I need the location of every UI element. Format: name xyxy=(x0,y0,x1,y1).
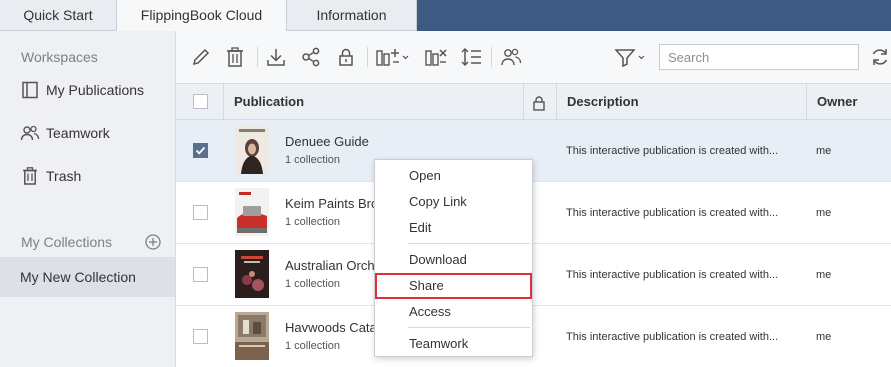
toolbar xyxy=(176,31,891,83)
publication-owner: me xyxy=(816,331,832,343)
menu-item-edit[interactable]: Edit xyxy=(375,215,532,241)
sidebar-item-trash[interactable]: Trash xyxy=(0,156,175,196)
column-header-description[interactable]: Description xyxy=(556,84,806,120)
menu-item-access[interactable]: Access xyxy=(375,299,532,325)
toolbar-separator xyxy=(257,47,258,67)
menu-item-open[interactable]: Open xyxy=(375,163,532,189)
sidebar-item-my-publications[interactable]: My Publications xyxy=(0,70,175,110)
publication-title: Australian Orch xyxy=(285,258,375,273)
publication-title: Denuee Guide xyxy=(285,134,369,149)
tab-flippingbook-cloud[interactable]: FlippingBook Cloud xyxy=(117,0,287,32)
menu-separator xyxy=(408,327,530,328)
remove-column-icon[interactable] xyxy=(425,46,449,68)
menu-item-download[interactable]: Download xyxy=(375,247,532,273)
add-collection-icon[interactable] xyxy=(145,234,161,250)
context-menu: Open Copy Link Edit Download Share Acces… xyxy=(374,159,533,357)
sidebar-item-label: My Publications xyxy=(46,82,145,98)
publication-description: This interactive publication is created … xyxy=(566,207,779,219)
publication-owner: me xyxy=(816,145,832,157)
pencil-icon[interactable] xyxy=(190,46,212,68)
table-row[interactable]: Denuee Guide 1 collection This interacti… xyxy=(176,120,891,182)
menu-separator xyxy=(408,243,530,244)
select-all-checkbox[interactable] xyxy=(193,94,208,109)
refresh-icon[interactable] xyxy=(869,46,891,68)
lock-icon xyxy=(532,95,546,111)
table-row[interactable]: Keim Paints Bro 1 collection This intera… xyxy=(176,182,891,244)
publication-description: This interactive publication is created … xyxy=(566,269,779,281)
row-checkbox[interactable] xyxy=(193,205,208,220)
tab-bar: Quick Start FlippingBook Cloud Informati… xyxy=(0,0,891,32)
publication-description: This interactive publication is created … xyxy=(566,145,779,157)
checkmark-icon xyxy=(195,146,206,155)
sidebar-item-label: Teamwork xyxy=(46,125,110,141)
toolbar-separator xyxy=(491,47,492,67)
publication-collections: 1 collection xyxy=(285,154,341,166)
share-icon[interactable] xyxy=(300,46,322,68)
download-icon[interactable] xyxy=(265,46,287,68)
add-column-icon[interactable] xyxy=(376,46,410,68)
search-input[interactable] xyxy=(659,44,859,70)
column-header-publication[interactable]: Publication xyxy=(223,84,523,120)
trash-icon xyxy=(20,166,40,186)
users-icon xyxy=(20,123,40,143)
menu-item-copy-link[interactable]: Copy Link xyxy=(375,189,532,215)
publication-description: This interactive publication is created … xyxy=(566,331,779,343)
publication-thumbnail xyxy=(235,312,269,360)
toolbar-separator xyxy=(367,47,368,67)
column-header-lock[interactable] xyxy=(523,84,556,120)
publication-collections: 1 collection xyxy=(285,278,341,290)
line-spacing-icon[interactable] xyxy=(460,46,482,68)
row-checkbox[interactable] xyxy=(193,329,208,344)
publication-title: Havwoods Cata xyxy=(285,320,377,335)
publication-owner: me xyxy=(816,269,832,281)
publication-collections: 1 collection xyxy=(285,216,341,228)
lock-icon[interactable] xyxy=(335,46,357,68)
trash-icon[interactable] xyxy=(224,46,246,68)
table-header: Publication Description Owner xyxy=(176,83,891,120)
book-icon xyxy=(20,80,40,100)
menu-item-share[interactable]: Share xyxy=(375,273,532,299)
tab-information[interactable]: Information xyxy=(287,0,417,31)
sidebar-item-teamwork[interactable]: Teamwork xyxy=(0,113,175,153)
menu-item-teamwork[interactable]: Teamwork xyxy=(375,331,532,357)
tab-quick-start[interactable]: Quick Start xyxy=(0,0,117,31)
sidebar-item-label: My New Collection xyxy=(20,269,136,285)
users-icon[interactable] xyxy=(500,46,522,68)
table-row[interactable]: Australian Orch 1 collection This intera… xyxy=(176,244,891,306)
publication-thumbnail xyxy=(235,126,269,174)
collections-heading: My Collections xyxy=(21,234,113,250)
filter-icon[interactable] xyxy=(613,46,649,68)
sidebar-item-label: Trash xyxy=(46,168,82,184)
sidebar-collection-my-new-collection[interactable]: My New Collection xyxy=(0,257,175,297)
row-checkbox[interactable] xyxy=(193,267,208,282)
sidebar: Workspaces My Publications Teamwork Tras… xyxy=(0,31,176,367)
table-row[interactable]: Havwoods Cata 1 collection This interact… xyxy=(176,306,891,367)
publication-title: Keim Paints Bro xyxy=(285,196,379,211)
publication-owner: me xyxy=(816,207,832,219)
publication-thumbnail xyxy=(235,250,269,298)
workspaces-heading: Workspaces xyxy=(21,49,98,65)
publication-collections: 1 collection xyxy=(285,340,341,352)
column-header-owner[interactable]: Owner xyxy=(806,84,886,120)
row-checkbox[interactable] xyxy=(193,143,208,158)
publication-thumbnail xyxy=(235,188,269,236)
